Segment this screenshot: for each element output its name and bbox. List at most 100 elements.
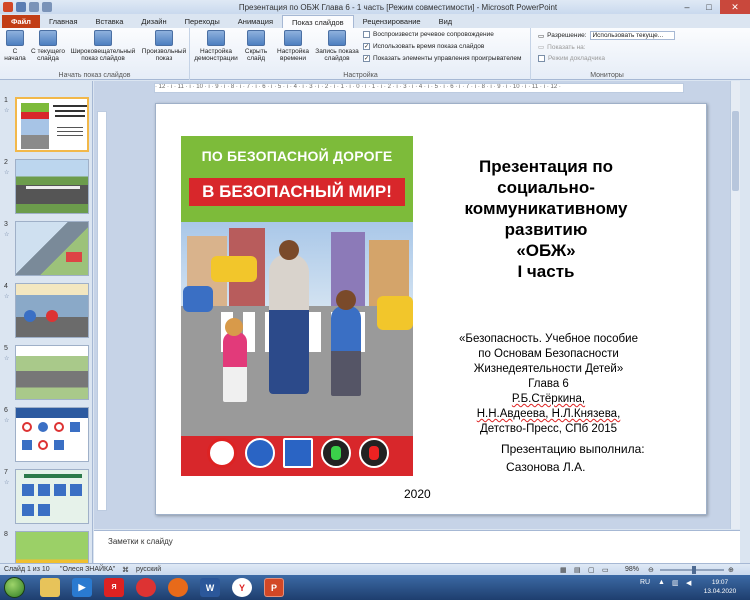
group-setup: Настройка демонстрации Скрыть слайд Наст…	[191, 28, 531, 80]
setup-slideshow-button[interactable]: Настройка демонстрации	[194, 30, 238, 62]
maximize-button[interactable]: □	[698, 0, 720, 14]
avast-icon[interactable]	[168, 578, 188, 597]
tab-slideshow[interactable]: Показ слайдов	[282, 15, 354, 28]
scrollbar-thumb[interactable]	[732, 111, 739, 191]
cover-title-line1: ПО БЕЗОПАСНОЙ ДОРОГЕ	[201, 148, 393, 164]
slide-title[interactable]: Презентация по социально- коммуникативно…	[436, 156, 656, 282]
transition-star-icon: ☆	[4, 356, 10, 362]
from-beginning-button[interactable]: С начала	[2, 30, 28, 62]
crosswalk-sign-icon	[283, 438, 313, 468]
checkbox-media-controls[interactable]: ✓ Показать элементы управления проигрыват…	[363, 55, 521, 62]
group-label: Мониторы	[590, 72, 624, 79]
normal-view-icon[interactable]: ▦	[560, 566, 567, 574]
language-indicator[interactable]: русский	[136, 566, 161, 573]
thumbnail-slide-5[interactable]: 5 ☆	[2, 343, 90, 403]
thumbnail-slide-7[interactable]: 7 ☆	[2, 467, 90, 527]
horizontal-ruler: · 12 · ı · 11 · ı · 10 · ı · 9 · ı · 8 ·…	[154, 83, 684, 93]
presenter-view-checkbox[interactable]: Режим докладчика	[538, 55, 605, 62]
rehearse-timings-button[interactable]: Настройка времени	[275, 30, 311, 62]
group-label: Настройка	[343, 72, 378, 79]
transition-star-icon: ☆	[4, 232, 10, 238]
thumbnail-image	[15, 345, 89, 400]
tray-arrow-icon[interactable]: ▲	[658, 579, 665, 586]
resolution-select[interactable]: Использовать текуще...	[589, 31, 675, 40]
undo-icon[interactable]	[29, 2, 39, 12]
vertical-scrollbar[interactable]	[730, 81, 740, 529]
notes-pane[interactable]: Заметки к слайду	[94, 530, 740, 563]
current-slide[interactable]: ПО БЕЗОПАСНОЙ ДОРОГЕ В БЕЗОПАСНЫЙ МИР! П…	[155, 103, 707, 515]
tab-insert[interactable]: Вставка	[87, 15, 133, 28]
record-slideshow-button[interactable]: Запись показа слайдов	[313, 30, 361, 62]
zoom-slider-thumb[interactable]	[692, 566, 696, 574]
checkbox-checked[interactable]: ✓	[363, 55, 370, 62]
group-start-slideshow: С начала С текущего слайда Широковещател…	[0, 28, 190, 80]
tab-review[interactable]: Рецензирование	[354, 15, 430, 28]
slide-thumbnails-pane[interactable]: 1 ☆ 2 ☆ 3 ☆ 4 ☆ 5 ☆ 6 ☆ 7 ☆ 8	[0, 81, 93, 563]
slide-sorter-icon[interactable]: ▤	[574, 566, 581, 574]
zoom-out-button[interactable]: ⊖	[648, 566, 654, 574]
checkbox[interactable]	[538, 55, 545, 62]
mother-figure	[269, 254, 309, 394]
checkbox-use-timings[interactable]: ✓ Использовать время показа слайдов	[363, 43, 484, 50]
thumbnail-slide-4[interactable]: 4 ☆	[2, 281, 90, 341]
slide-subtitle[interactable]: «Безопасность. Учебное пособие по Основа…	[426, 332, 671, 437]
tab-transitions[interactable]: Переходы	[176, 15, 229, 28]
redo-icon[interactable]	[42, 2, 52, 12]
word-icon[interactable]: W	[200, 578, 220, 597]
notes-placeholder: Заметки к слайду	[108, 537, 173, 546]
show-on-row: ▭ Показать на:	[538, 43, 586, 52]
from-current-slide-button[interactable]: С текущего слайда	[30, 30, 66, 62]
thumbnail-image	[15, 531, 89, 563]
windows-taskbar: ▶ Я W Y P RU ▲ ▥ ◀ 19:07 13.04.2020	[0, 575, 750, 600]
zoom-level[interactable]: 98%	[625, 566, 639, 573]
yandex-icon[interactable]: Я	[104, 578, 124, 597]
reading-view-icon[interactable]: ▢	[588, 566, 595, 574]
powerpoint-icon[interactable]	[3, 2, 13, 12]
tab-design[interactable]: Дизайн	[132, 15, 175, 28]
broadcast-slideshow-button[interactable]: Широковещательный показ слайдов	[68, 30, 138, 62]
save-icon[interactable]	[16, 2, 26, 12]
thumbnail-slide-1[interactable]: 1 ☆	[2, 95, 90, 155]
tab-file[interactable]: Файл	[2, 15, 40, 28]
volume-icon[interactable]: ◀	[686, 579, 691, 587]
powerpoint-taskbar-icon[interactable]: P	[264, 578, 284, 597]
transition-star-icon: ☆	[4, 480, 10, 486]
zoom-in-button[interactable]: ⊕	[728, 566, 734, 574]
yandex-browser-icon[interactable]: Y	[232, 578, 252, 597]
hide-slide-button[interactable]: Скрыть слайд	[241, 30, 271, 62]
thumbnail-slide-8[interactable]: 8	[2, 529, 90, 563]
tab-view[interactable]: Вид	[430, 15, 462, 28]
close-button[interactable]: ✕	[720, 0, 750, 14]
language-tray[interactable]: RU	[640, 579, 650, 586]
checkbox[interactable]	[363, 31, 370, 38]
thumbnail-image	[15, 97, 89, 152]
network-icon[interactable]: ▥	[672, 579, 679, 587]
minimize-button[interactable]: ‒	[676, 0, 698, 14]
slideshow-view-icon[interactable]: ▭	[602, 566, 609, 574]
yellow-bus	[377, 296, 413, 330]
transition-star-icon: ☆	[4, 108, 10, 114]
tab-home[interactable]: Главная	[40, 15, 87, 28]
explorer-icon[interactable]	[40, 578, 60, 597]
boy-figure	[331, 306, 361, 396]
thumbnail-slide-3[interactable]: 3 ☆	[2, 219, 90, 279]
book-cover-image[interactable]: ПО БЕЗОПАСНОЙ ДОРОГЕ В БЕЗОПАСНЫЙ МИР!	[181, 136, 413, 476]
slide-editing-area[interactable]: · 12 · ı · 11 · ı · 10 · ı · 9 · ı · 8 ·…	[94, 81, 740, 529]
chrome-icon[interactable]	[136, 578, 156, 597]
checkbox-checked[interactable]: ✓	[363, 43, 370, 50]
girl-head	[225, 318, 243, 336]
thumbnail-slide-2[interactable]: 2 ☆	[2, 157, 90, 217]
spellcheck-icon[interactable]: ⌘	[122, 566, 129, 574]
quick-access-toolbar	[0, 2, 120, 12]
ribbon: С начала С текущего слайда Широковещател…	[0, 28, 750, 80]
start-button[interactable]	[4, 577, 25, 598]
system-clock[interactable]: 19:07 13.04.2020	[700, 578, 740, 596]
monitor-icon: ▭	[538, 44, 545, 51]
thumbnail-slide-6[interactable]: 6 ☆	[2, 405, 90, 465]
custom-slideshow-button[interactable]: Произвольный показ	[140, 30, 188, 62]
checkbox-narration[interactable]: Воспроизвести речевое сопровождение	[363, 31, 494, 38]
media-player-icon[interactable]: ▶	[72, 578, 92, 597]
monitor-icon: ▭	[538, 32, 545, 40]
tab-animations[interactable]: Анимация	[229, 15, 282, 28]
transition-star-icon: ☆	[4, 170, 10, 176]
